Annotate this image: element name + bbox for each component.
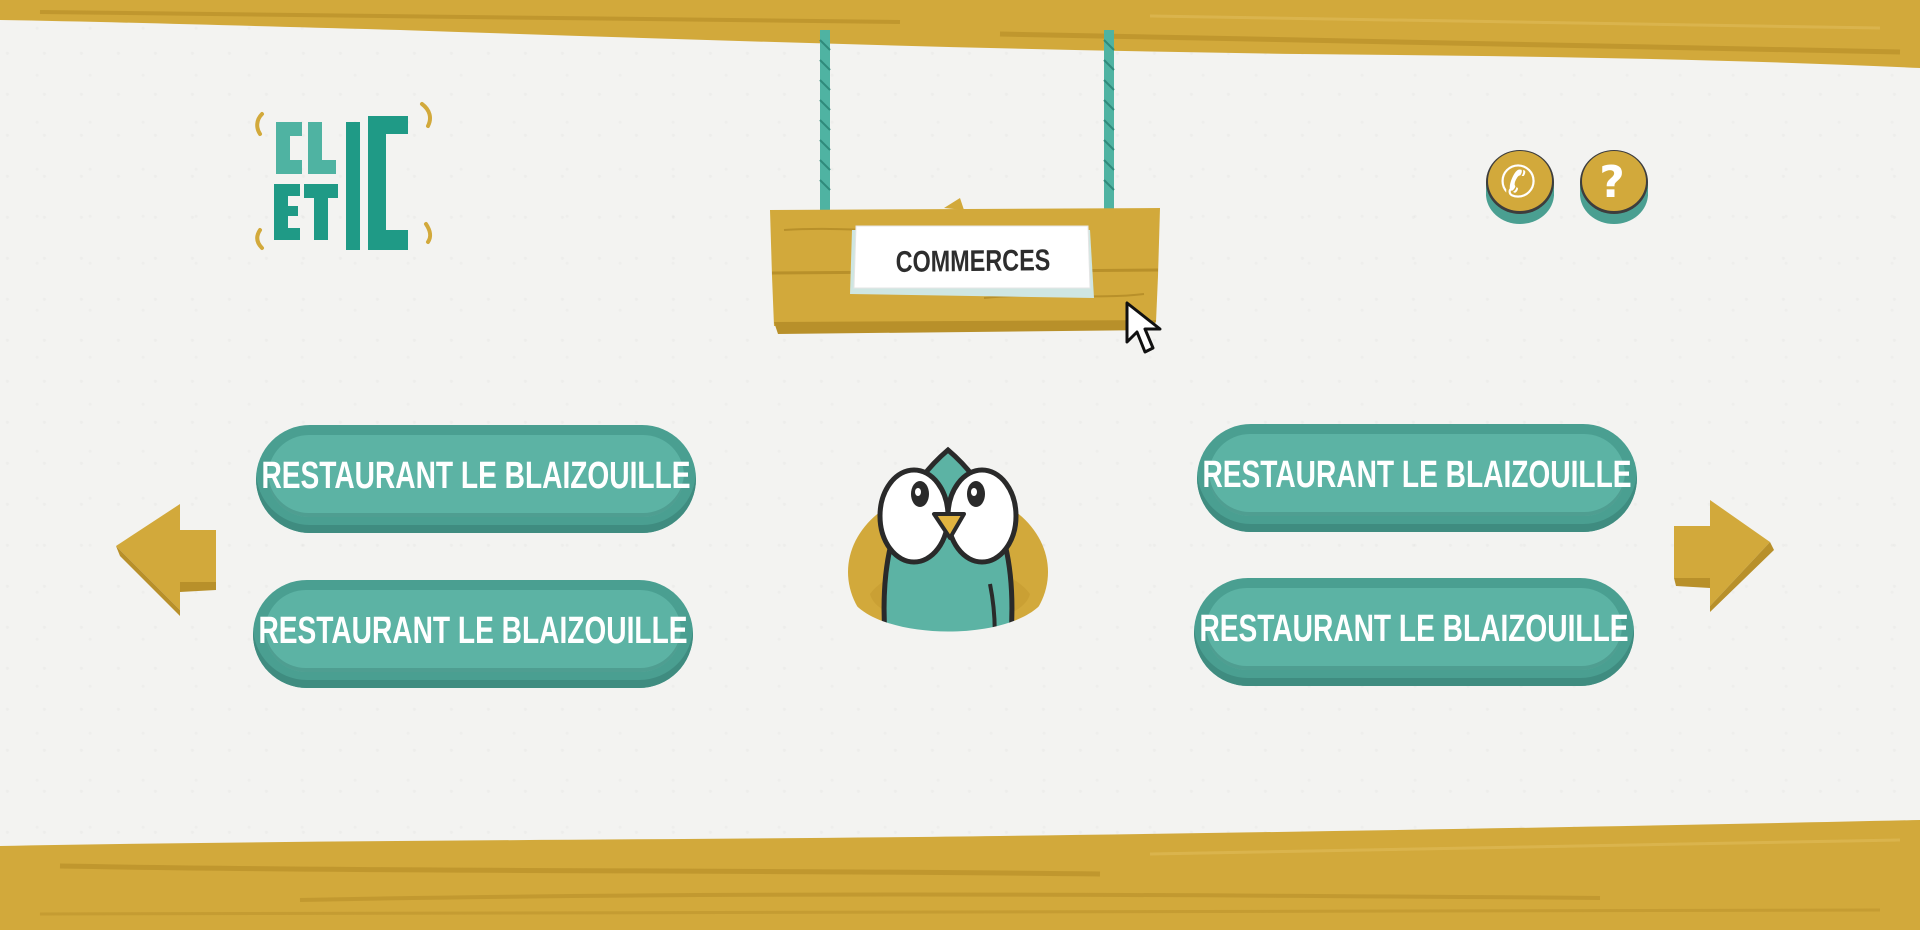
option-label: RESTAURANT LE BLAIZOUILLE: [258, 609, 688, 652]
mouse-cursor-icon: [1125, 301, 1162, 354]
option-label: RESTAURANT LE BLAIZOUILLE: [261, 454, 691, 497]
question-icon: ?: [1599, 156, 1625, 208]
restaurant-option-right-2[interactable]: RESTAURANT LE BLAIZOUILLE: [1194, 578, 1634, 686]
phone-icon: ✆: [1499, 156, 1537, 208]
restaurant-option-left-1[interactable]: RESTAURANT LE BLAIZOUILLE: [256, 425, 696, 533]
arrow-left-icon[interactable]: [116, 500, 226, 620]
option-label: RESTAURANT LE BLAIZOUILLE: [1199, 607, 1629, 650]
arrow-right-icon[interactable]: [1670, 496, 1780, 616]
help-button[interactable]: ?: [1578, 146, 1650, 228]
phone-button[interactable]: ✆: [1484, 146, 1556, 228]
restaurant-option-left-2[interactable]: RESTAURANT LE BLAIZOUILLE: [253, 580, 693, 688]
option-label: RESTAURANT LE BLAIZOUILLE: [1202, 453, 1632, 496]
clic-etic-logo: [255, 102, 433, 250]
sign-title: COMMERCES: [895, 244, 1051, 279]
bird-mascot: [848, 446, 1048, 654]
restaurant-option-right-1[interactable]: RESTAURANT LE BLAIZOUILLE: [1197, 424, 1637, 532]
bottom-wood-plank: [0, 820, 1920, 930]
